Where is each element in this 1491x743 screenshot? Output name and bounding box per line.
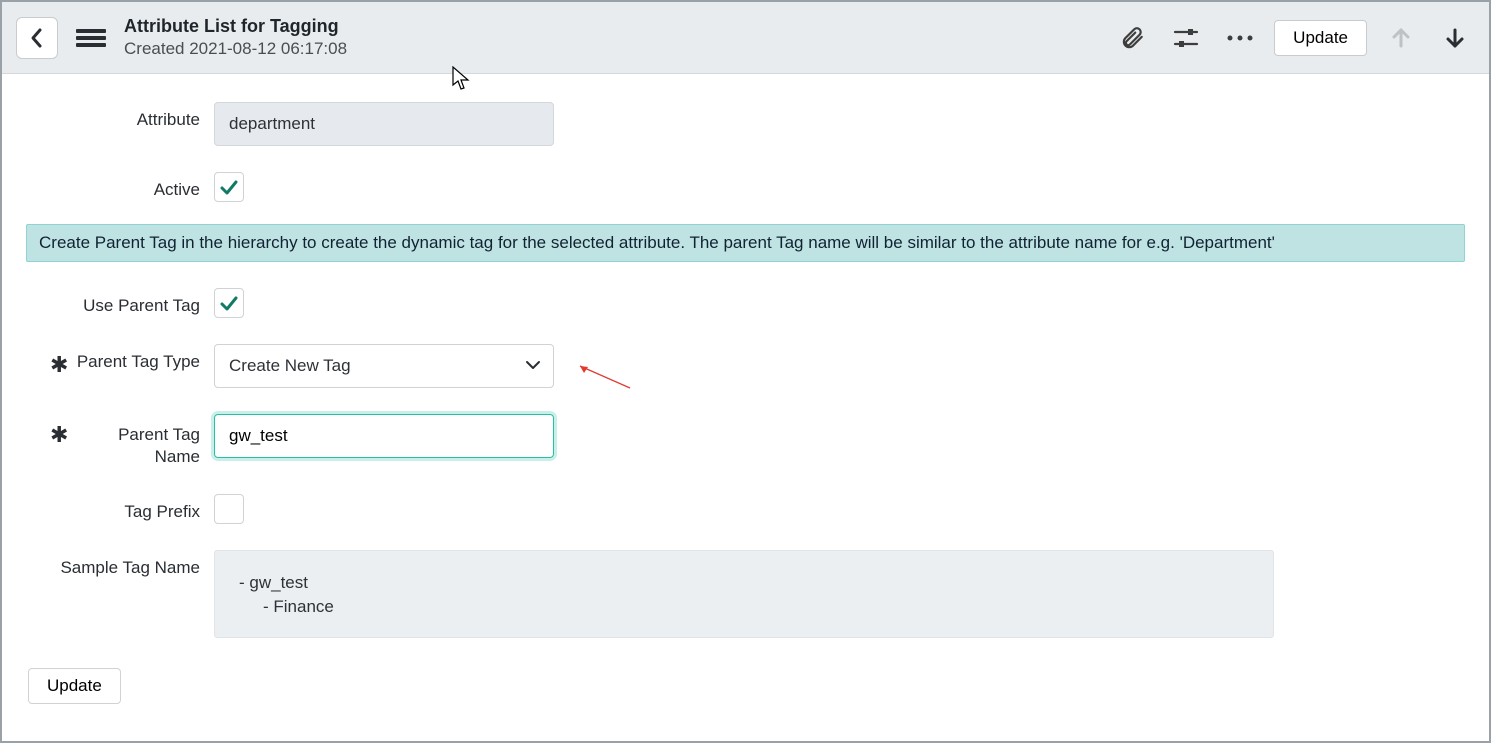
required-icon: ✱ xyxy=(50,354,68,376)
prev-record-button xyxy=(1381,18,1421,58)
menu-button[interactable] xyxy=(76,27,106,49)
info-banner: Create Parent Tag in the hierarchy to cr… xyxy=(26,224,1465,262)
dots-horizontal-icon xyxy=(1226,34,1254,42)
header-title-block: Attribute List for Tagging Created 2021-… xyxy=(124,16,347,58)
page-subtitle: Created 2021-08-12 06:17:08 xyxy=(124,39,347,59)
tag-prefix-checkbox[interactable] xyxy=(214,494,244,524)
check-icon xyxy=(219,293,239,313)
more-actions-button[interactable] xyxy=(1220,18,1260,58)
attribute-value: department xyxy=(229,114,315,134)
parent-tag-type-value: Create New Tag xyxy=(229,356,351,376)
row-parent-tag-name: ✱ Parent TagName xyxy=(26,414,1465,468)
back-button[interactable] xyxy=(16,17,58,59)
sample-line-1: - gw_test xyxy=(235,573,1253,593)
parent-tag-type-select[interactable]: Create New Tag xyxy=(214,344,554,388)
attachments-button[interactable] xyxy=(1112,18,1152,58)
label-parent-tag-type-text: Parent Tag Type xyxy=(77,352,200,371)
label-sample-tag-name: Sample Tag Name xyxy=(26,550,214,578)
arrow-down-icon xyxy=(1443,26,1467,50)
check-icon xyxy=(219,177,239,197)
next-record-button[interactable] xyxy=(1435,18,1475,58)
required-icon: ✱ xyxy=(50,424,68,446)
label-attribute: Attribute xyxy=(26,102,214,130)
row-attribute: Attribute department xyxy=(26,102,1465,146)
row-parent-tag-type: ✱ Parent Tag Type Create New Tag xyxy=(26,344,1465,388)
use-parent-tag-checkbox[interactable] xyxy=(214,288,244,318)
label-tag-prefix: Tag Prefix xyxy=(26,494,214,522)
parent-tag-name-input[interactable] xyxy=(214,414,554,458)
row-use-parent-tag: Use Parent Tag xyxy=(26,288,1465,318)
label-use-parent-tag: Use Parent Tag xyxy=(26,288,214,316)
chevron-left-icon xyxy=(29,27,45,49)
annotation-arrow-icon xyxy=(572,362,632,392)
header-update-button[interactable]: Update xyxy=(1274,20,1367,56)
chevron-down-icon xyxy=(525,356,541,376)
attribute-field: department xyxy=(214,102,554,146)
row-tag-prefix: Tag Prefix xyxy=(26,494,1465,524)
row-sample-tag-name: Sample Tag Name - gw_test - Finance xyxy=(26,550,1465,638)
label-active: Active xyxy=(26,172,214,200)
form-area: Attribute department Active Create Paren… xyxy=(2,74,1489,724)
active-checkbox[interactable] xyxy=(214,172,244,202)
sample-tag-display: - gw_test - Finance xyxy=(214,550,1274,638)
page-header: Attribute List for Tagging Created 2021-… xyxy=(2,2,1489,74)
settings-button[interactable] xyxy=(1166,18,1206,58)
label-parent-tag-name: ✱ Parent TagName xyxy=(26,414,214,468)
cursor-pointer-icon xyxy=(452,66,470,92)
page-title: Attribute List for Tagging xyxy=(124,16,347,37)
sliders-icon xyxy=(1173,26,1199,50)
arrow-up-icon xyxy=(1389,26,1413,50)
sample-line-2: - Finance xyxy=(235,593,1253,617)
footer-update-button[interactable]: Update xyxy=(28,668,121,704)
row-active: Active xyxy=(26,172,1465,202)
paperclip-icon xyxy=(1119,25,1145,51)
label-parent-tag-type: ✱ Parent Tag Type xyxy=(26,344,214,372)
menu-icon xyxy=(76,27,106,49)
